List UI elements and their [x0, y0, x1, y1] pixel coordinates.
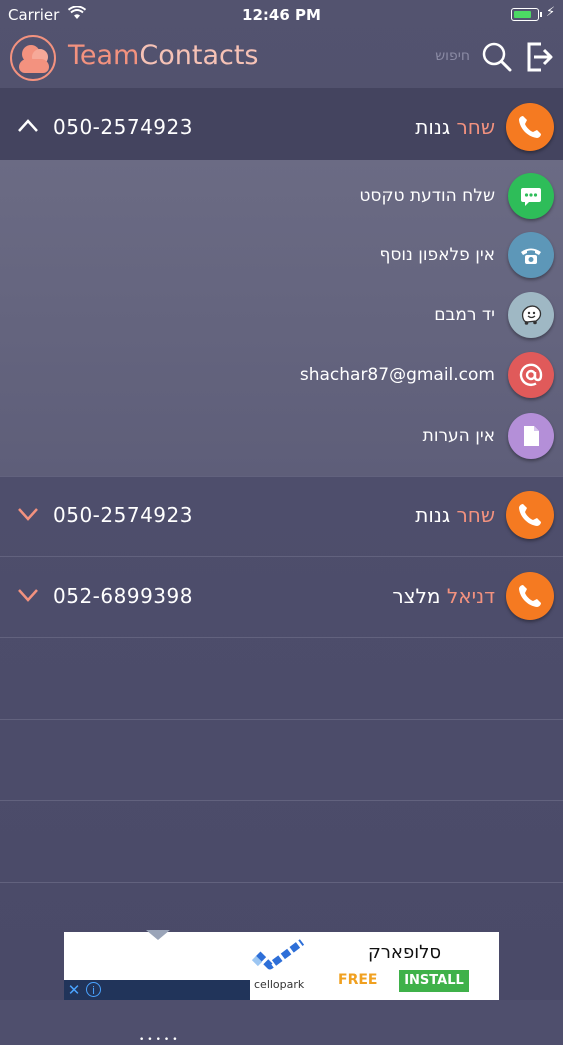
app-title: TeamContacts [68, 40, 259, 71]
detail-address[interactable]: יד רמבם [0, 285, 563, 345]
detail-sms[interactable]: שלח הודעת טקסט [0, 166, 563, 226]
app-header: TeamContacts חיפוש [0, 30, 563, 88]
contact-last-name: גנות [415, 115, 451, 139]
telephone-icon[interactable] [508, 232, 554, 278]
ad-bottom-bar: ✕ i ••••• [64, 980, 250, 1045]
call-button[interactable] [506, 491, 554, 539]
status-bar: Carrier 12:46 PM ⚡ [0, 0, 563, 30]
chevron-up-icon[interactable] [16, 114, 40, 138]
contact-last-name: גנות [415, 503, 451, 527]
phone-handset-icon [519, 585, 541, 607]
chevron-down-icon[interactable] [16, 583, 40, 607]
search-icon[interactable] [481, 41, 513, 73]
contact-details-panel: שלח הודעת טקסט אין פלאפון נוסף יד רמבם s… [0, 160, 563, 476]
contact-phone: 050-2574923 [53, 115, 193, 139]
row-divider [0, 882, 563, 883]
contact-last-name: מלצר [392, 584, 441, 608]
detail-sms-label: שלח הודעת טקסט [359, 186, 495, 206]
detail-notes[interactable]: אין הערות [0, 406, 563, 466]
info-icon[interactable]: i [86, 982, 101, 997]
charging-icon: ⚡ [546, 5, 556, 20]
contact-first-name: שחר [456, 115, 495, 139]
detail-email[interactable]: shachar87@gmail.com [0, 345, 563, 405]
phone-handset-icon [519, 504, 541, 526]
call-button[interactable] [506, 572, 554, 620]
ad-brand: cellopark [254, 978, 305, 991]
detail-extra-phone-label: אין פלאפון נוסף [379, 245, 495, 265]
contact-row-expanded[interactable]: 050-2574923 שחר גנות [0, 88, 563, 168]
contact-name: שחר גנות [415, 503, 495, 527]
pagination-dots: ••••• [139, 1035, 181, 1045]
sms-icon[interactable] [508, 173, 554, 219]
chevron-down-icon [146, 930, 170, 940]
contact-first-name: שחר [456, 503, 495, 527]
logout-icon[interactable] [524, 41, 554, 73]
contact-first-name: דניאל [446, 584, 495, 608]
ad-free-label: FREE [338, 972, 378, 988]
detail-extra-phone[interactable]: אין פלאפון נוסף [0, 225, 563, 285]
detail-address-label: יד רמבם [434, 305, 495, 325]
chevron-down-icon[interactable] [16, 502, 40, 526]
phone-handset-icon [519, 116, 541, 138]
close-icon[interactable]: ✕ [66, 982, 82, 998]
contact-row[interactable]: 050-2574923 שחר גנות [0, 476, 563, 556]
detail-notes-label: אין הערות [422, 426, 495, 446]
document-icon[interactable] [508, 413, 554, 459]
email-at-icon[interactable] [508, 352, 554, 398]
ad-install-button[interactable]: INSTALL [399, 970, 469, 992]
contact-name: דניאל מלצר [392, 584, 495, 608]
contact-phone: 050-2574923 [53, 503, 193, 527]
battery-icon [511, 8, 542, 21]
detail-email-label: shachar87@gmail.com [299, 365, 495, 385]
row-divider [0, 719, 563, 720]
app-logo-icon [10, 35, 56, 81]
search-input[interactable]: חיפוש [400, 48, 470, 64]
row-divider [0, 637, 563, 638]
app-title-part1: Team [68, 40, 140, 71]
app-screen: Carrier 12:46 PM ⚡ TeamContacts חיפוש 05… [0, 0, 563, 1045]
contact-name: שחר גנות [415, 115, 495, 139]
ad-title: סלופארק [368, 942, 442, 963]
contact-phone: 052-6899398 [53, 584, 193, 608]
row-divider [0, 800, 563, 801]
ad-banner[interactable]: cellopark סלופארק FREE INSTALL ✕ i ••••• [64, 930, 499, 1045]
call-button[interactable] [506, 103, 554, 151]
status-time: 12:46 PM [242, 6, 321, 24]
app-title-part2: Contacts [139, 40, 259, 71]
waze-icon[interactable] [508, 292, 554, 338]
contact-row[interactable]: 052-6899398 דניאל מלצר [0, 557, 563, 637]
